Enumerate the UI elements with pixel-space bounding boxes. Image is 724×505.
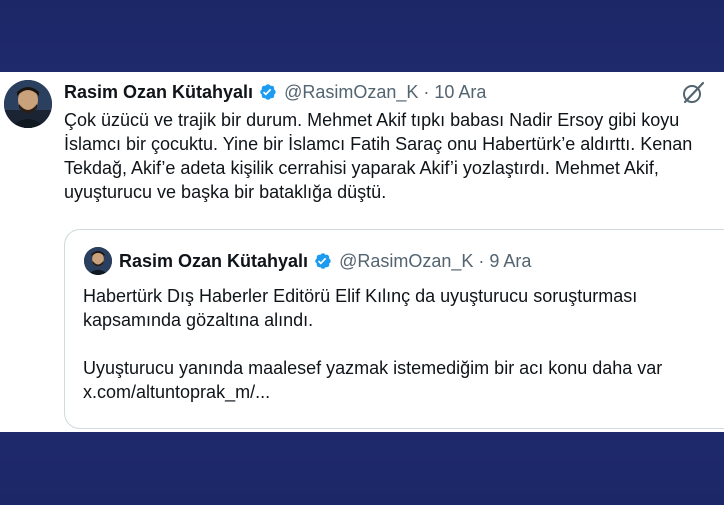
quoted-author-name[interactable]: Rasim Ozan Kütahyalı (119, 251, 308, 272)
verified-badge-icon (313, 251, 333, 271)
quoted-tweet-text: Habertürk Dış Haberler Editörü Elif Kılı… (83, 284, 713, 404)
quoted-tweet-date[interactable]: 9 Ara (489, 251, 531, 272)
quoted-tweet-header: Rasim Ozan Kütahyalı @RasimOzan_K · 9 Ar… (119, 249, 531, 273)
quoted-paragraph-1: Habertürk Dış Haberler Editörü Elif Kılı… (83, 286, 638, 330)
verified-badge-icon (258, 82, 278, 102)
author-name[interactable]: Rasim Ozan Kütahyalı (64, 82, 253, 103)
header-separator: · (423, 81, 430, 102)
quoted-paragraph-2: Uyuşturucu yanında maalesef yazmak istem… (83, 358, 663, 402)
quoted-author-handle[interactable]: @RasimOzan_K (339, 251, 473, 272)
quoted-author-avatar[interactable] (84, 247, 112, 275)
quoted-tweet[interactable]: Rasim Ozan Kütahyalı @RasimOzan_K · 9 Ar… (64, 229, 724, 429)
tweet-card[interactable]: Rasim Ozan Kütahyalı @RasimOzan_K · 10 A… (0, 72, 724, 432)
author-avatar[interactable] (4, 80, 52, 128)
author-handle[interactable]: @RasimOzan_K (284, 82, 418, 103)
quoted-header-separator: · (478, 250, 485, 271)
tweet-date[interactable]: 10 Ara (434, 82, 486, 103)
tweet-text: Çok üzücü ve trajik bir durum. Mehmet Ak… (64, 110, 693, 202)
grok-icon[interactable] (680, 80, 706, 106)
tweet-header: Rasim Ozan Kütahyalı @RasimOzan_K · 10 A… (64, 80, 486, 104)
